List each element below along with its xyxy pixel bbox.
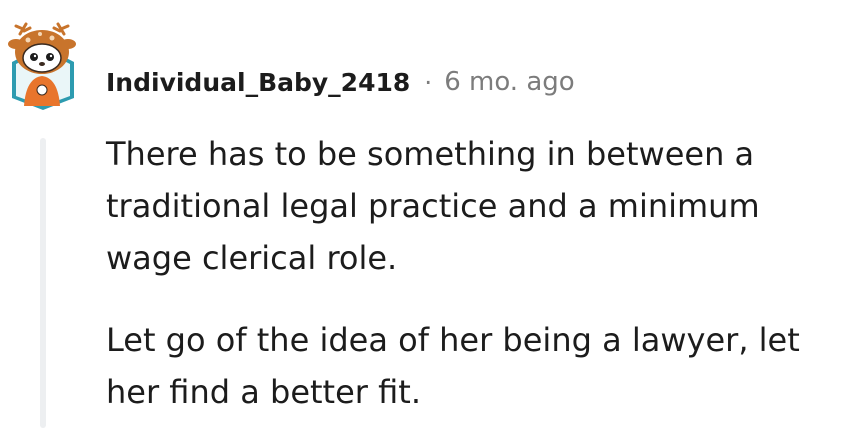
meta-separator: · [424, 67, 433, 97]
comment: Individual_Baby_2418 · 6 mo. ago There h… [0, 0, 842, 428]
comment-timestamp[interactable]: 6 mo. ago [444, 67, 574, 97]
comment-meta: Individual_Baby_2418 · 6 mo. ago [106, 62, 575, 102]
deer-snoo-avatar-icon [8, 22, 76, 110]
comment-body: There has to be something in between a t… [106, 128, 826, 418]
user-avatar[interactable] [6, 20, 80, 110]
comment-paragraph: There has to be something in between a t… [106, 135, 760, 277]
comment-paragraph: Let go of the idea of her being a lawyer… [106, 321, 800, 411]
thread-line[interactable] [40, 138, 46, 428]
author-username[interactable]: Individual_Baby_2418 [106, 68, 410, 97]
